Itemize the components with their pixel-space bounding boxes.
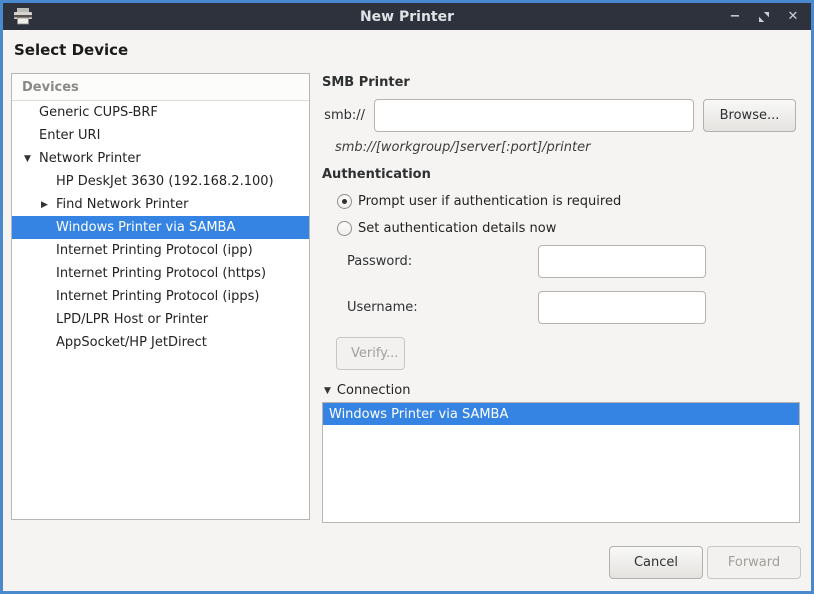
page-title: Select Device	[14, 41, 129, 59]
username-row: Username:	[347, 291, 709, 324]
cancel-button[interactable]: Cancel	[609, 546, 703, 579]
connection-expander-label: Connection	[336, 383, 411, 398]
close-button[interactable]: ✕	[783, 7, 803, 27]
smb-uri-input[interactable]	[374, 99, 694, 132]
device-item-label: Generic CUPS-BRF	[39, 105, 158, 120]
expander-open-icon[interactable]: ▼	[22, 154, 39, 164]
smb-section-title: SMB Printer	[322, 75, 410, 90]
verify-button: Verify...	[336, 337, 405, 370]
expander-closed-icon[interactable]: ▶	[39, 200, 56, 210]
device-item-label: Internet Printing Protocol (https)	[56, 266, 267, 281]
maximize-icon	[759, 11, 769, 22]
devices-column-header[interactable]: Devices	[12, 74, 309, 101]
password-input[interactable]	[538, 245, 706, 278]
auth-radio-option[interactable]: Prompt user if authentication is require…	[337, 192, 797, 211]
device-item[interactable]: ▶ Find Network Printer	[12, 193, 309, 216]
device-item-label: Find Network Printer	[56, 197, 189, 212]
device-item[interactable]: LPD/LPR Host or Printer	[12, 308, 309, 331]
device-item-label: Windows Printer via SAMBA	[56, 220, 236, 235]
auth-radio-label: Set authentication details now	[358, 221, 557, 236]
connection-list: Windows Printer via SAMBA	[322, 402, 800, 523]
devices-list: Generic CUPS-BRF Enter URI ▼ Network Printe…	[12, 101, 309, 519]
auth-radio-group: Prompt user if authentication is require…	[337, 192, 797, 246]
username-label: Username:	[347, 300, 418, 315]
radio-selected-icon[interactable]	[337, 194, 352, 209]
auth-radio-label: Prompt user if authentication is require…	[358, 194, 622, 209]
device-item-label: LPD/LPR Host or Printer	[56, 312, 209, 327]
device-item-label: HP DeskJet 3630 (192.168.2.100)	[56, 174, 274, 189]
devices-panel: Devices Generic CUPS-BRF Enter URI ▼ Networ…	[11, 73, 310, 520]
device-item-label: Internet Printing Protocol (ipps)	[56, 289, 260, 304]
device-item[interactable]: Internet Printing Protocol (ipps)	[12, 285, 309, 308]
connection-item[interactable]: Windows Printer via SAMBA	[323, 403, 799, 425]
connection-expander[interactable]: ▼ Connection	[324, 383, 410, 398]
device-item[interactable]: Internet Printing Protocol (ipp)	[12, 239, 309, 262]
browse-button[interactable]: Browse...	[703, 99, 796, 132]
smb-uri-row: smb:// Browse...	[322, 99, 796, 132]
new-printer-dialog: New Printer − ✕ Select Device Devices Ge…	[0, 0, 814, 594]
password-row: Password:	[347, 245, 709, 278]
smb-prefix-label: smb://	[324, 108, 365, 123]
window-title: New Printer	[359, 8, 455, 25]
titlebar[interactable]: New Printer − ✕	[3, 3, 811, 30]
device-item-label: Internet Printing Protocol (ipp)	[56, 243, 253, 258]
device-item[interactable]: Enter URI	[12, 124, 309, 147]
smb-uri-hint: smb://[workgroup/]server[:port]/printer	[335, 140, 591, 155]
auth-section-title: Authentication	[322, 167, 431, 182]
connection-item-label: Windows Printer via SAMBA	[329, 406, 509, 422]
devices-header-label: Devices	[22, 79, 79, 95]
device-item[interactable]: AppSocket/HP JetDirect	[12, 331, 309, 354]
forward-button: Forward	[707, 546, 801, 579]
expander-open-icon: ▼	[324, 385, 331, 396]
device-item[interactable]: Internet Printing Protocol (https)	[12, 262, 309, 285]
device-item-label: Network Printer	[39, 151, 141, 166]
device-item[interactable]: HP DeskJet 3630 (192.168.2.100)	[12, 170, 309, 193]
device-item[interactable]: ▼ Network Printer	[12, 147, 309, 170]
device-item-label: Enter URI	[39, 128, 101, 143]
username-input[interactable]	[538, 291, 706, 324]
device-item[interactable]: Windows Printer via SAMBA	[12, 216, 309, 239]
device-item-label: AppSocket/HP JetDirect	[56, 335, 207, 350]
minimize-button[interactable]: −	[725, 7, 745, 27]
radio-unselected-icon[interactable]	[337, 221, 352, 236]
maximize-button[interactable]	[754, 7, 774, 27]
auth-radio-option[interactable]: Set authentication details now	[337, 219, 797, 238]
printer-icon	[13, 7, 33, 29]
password-label: Password:	[347, 254, 413, 269]
device-item[interactable]: Generic CUPS-BRF	[12, 101, 309, 124]
